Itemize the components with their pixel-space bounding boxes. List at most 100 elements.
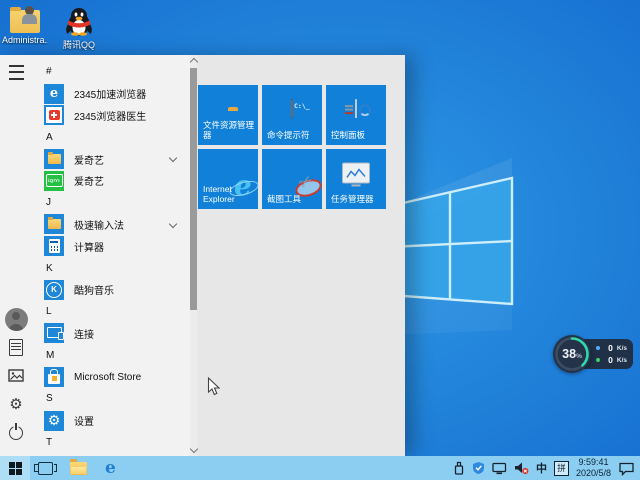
app-list-section-header-L[interactable]: L	[32, 301, 190, 323]
iqiyi-icon: iQIYI	[44, 170, 64, 191]
upload-unit: K/s	[616, 344, 627, 352]
download-unit: K/s	[616, 356, 627, 364]
power-button[interactable]	[0, 426, 32, 440]
chevron-down-icon[interactable]	[168, 153, 178, 163]
section-letter: M	[46, 349, 55, 361]
app-list-item-calculator[interactable]: 计算器	[32, 235, 190, 257]
user-account-button[interactable]	[0, 308, 32, 331]
scroll-down-icon[interactable]	[189, 444, 198, 454]
documents-button[interactable]	[0, 339, 32, 356]
start-menu: ⚙ # e 2345加速浏览器 2345浏览器医生 A 爱奇艺 iQIYI 爱奇艺 J 极速输入法…	[0, 55, 405, 456]
app-list-section-header-T[interactable]: T	[32, 432, 190, 454]
ime-shape-button[interactable]: 拼	[553, 460, 569, 476]
tile-label: 控制面板	[331, 130, 366, 141]
app-list-item-iqiyi[interactable]: iQIYI 爱奇艺	[32, 170, 190, 192]
user-avatar-icon	[4, 308, 28, 331]
power-icon	[9, 426, 23, 440]
app-item-label: 爱奇艺	[74, 177, 104, 189]
app-list-item-2345-browser[interactable]: e 2345加速浏览器	[32, 83, 190, 105]
settings-icon: ⚙	[44, 410, 64, 431]
usb-device-tray-button[interactable]	[453, 461, 465, 475]
app-list-item-jisu-ime-folder[interactable]: 极速输入法	[32, 214, 190, 236]
app-item-label: 2345加速浏览器	[74, 90, 147, 102]
app-list-item-settings[interactable]: ⚙ 设置	[32, 410, 190, 432]
network-tray-button[interactable]	[492, 461, 507, 475]
scrollbar-thumb[interactable]	[190, 68, 197, 310]
qq-penguin-icon	[66, 8, 92, 36]
app-list-section-header-K[interactable]: K	[32, 257, 190, 279]
accelerator-ball-widget[interactable]: 0 K/s 0 K/s 38%	[550, 334, 636, 374]
folder-icon	[70, 459, 87, 475]
doctor-2345-icon	[44, 105, 64, 126]
shield-check-icon	[472, 462, 484, 474]
usage-percent: 38%	[562, 347, 582, 361]
internet-explorer-taskbar-button[interactable]: e	[96, 456, 125, 480]
app-list-section-header-#[interactable]: #	[32, 61, 190, 83]
tile-snipping-tool[interactable]: ✂ 截图工具	[262, 149, 322, 209]
file-explorer-taskbar-button[interactable]	[61, 456, 96, 480]
taskbar-clock[interactable]: 9:59:41 2020/5/8	[576, 457, 611, 480]
security-center-tray-button[interactable]	[472, 461, 485, 475]
task-view-button[interactable]	[30, 456, 61, 480]
clock-time: 9:59:41	[578, 456, 609, 467]
settings-button[interactable]: ⚙	[0, 397, 32, 412]
section-letter: J	[46, 197, 51, 209]
app-list: # e 2345加速浏览器 2345浏览器医生 A 爱奇艺 iQIYI 爱奇艺 J 极速输入法 计算…	[32, 55, 190, 456]
taskbar: e 中 拼 9:59:41 2020/5/8	[0, 456, 640, 480]
usb-icon	[454, 461, 464, 475]
ime-language-button[interactable]: 中	[536, 460, 547, 476]
volume-tray-button[interactable]	[514, 461, 529, 475]
tile-file-explorer[interactable]: 文件资源管理器	[198, 85, 258, 145]
app-item-label: 爱奇艺	[74, 155, 104, 167]
ie-icon: e	[105, 457, 116, 478]
tile-task-manager[interactable]: 任务管理器	[326, 149, 386, 209]
app-item-label: 设置	[74, 417, 94, 429]
expand-menu-button[interactable]	[0, 65, 32, 80]
app-list-section-header-J[interactable]: J	[32, 192, 190, 214]
app-list-item-connect[interactable]: 连接	[32, 323, 190, 345]
scroll-up-icon[interactable]	[189, 57, 198, 67]
clock-date: 2020/5/8	[575, 468, 611, 478]
app-list-section-header-A[interactable]: A	[32, 126, 190, 148]
action-center-icon	[619, 462, 634, 476]
upload-value: 0	[608, 343, 613, 353]
desktop-icon-tencent-qq[interactable]: 腾讯QQ	[56, 6, 102, 51]
app-list-scrollbar[interactable]	[189, 55, 198, 456]
task-manager-icon	[342, 162, 370, 184]
start-button[interactable]	[0, 456, 30, 480]
upload-speed-row: 0 K/s	[596, 343, 633, 353]
app-folder-icon	[44, 149, 64, 170]
app-list-item-2345-doctor[interactable]: 2345浏览器医生	[32, 105, 190, 127]
app-list-section-header-S[interactable]: S	[32, 388, 190, 410]
chevron-down-icon[interactable]	[168, 219, 178, 228]
download-dot-icon	[596, 358, 600, 362]
section-letter: #	[46, 66, 52, 78]
start-tiles-area: 文件资源管理器 命令提示符 控制面板 eInternet Explorer✂截图工具任…	[190, 55, 405, 456]
app-item-label: 连接	[74, 329, 94, 341]
pictures-button[interactable]	[0, 369, 32, 382]
app-folder-icon	[44, 214, 64, 235]
memory-usage-ball[interactable]: 38%	[553, 335, 591, 373]
system-tray: 中 拼 9:59:41 2020/5/8	[453, 457, 640, 480]
start-menu-rail: ⚙	[0, 55, 32, 456]
app-item-label: 2345浏览器医生	[74, 111, 147, 123]
app-list-item-kugou-music[interactable]: K 酷狗音乐	[32, 279, 190, 301]
app-list-section-header-M[interactable]: M	[32, 344, 190, 366]
tile-control-panel[interactable]: 控制面板	[326, 85, 386, 145]
tile-cmd[interactable]: 命令提示符	[262, 85, 322, 145]
windows-logo-icon	[8, 461, 22, 475]
control-panel-icon	[355, 99, 357, 119]
desktop-icon-label: Administra...	[2, 35, 48, 45]
gear-icon: ⚙	[9, 395, 23, 413]
task-view-icon	[34, 461, 57, 475]
app-item-label: 酷狗音乐	[74, 286, 114, 298]
section-letter: S	[46, 393, 53, 405]
desktop-icon-administrator[interactable]: Administra...	[2, 6, 48, 51]
app-list-item-microsoft-store[interactable]: Microsoft Store	[32, 366, 190, 388]
action-center-button[interactable]	[618, 461, 635, 476]
app-list-item-iqiyi-folder[interactable]: 爱奇艺	[32, 148, 190, 170]
tile-internet-explorer[interactable]: e Internet Explorer	[198, 149, 258, 209]
pictures-icon	[8, 369, 24, 382]
section-letter: L	[46, 306, 52, 318]
tile-label: 任务管理器	[331, 194, 374, 205]
